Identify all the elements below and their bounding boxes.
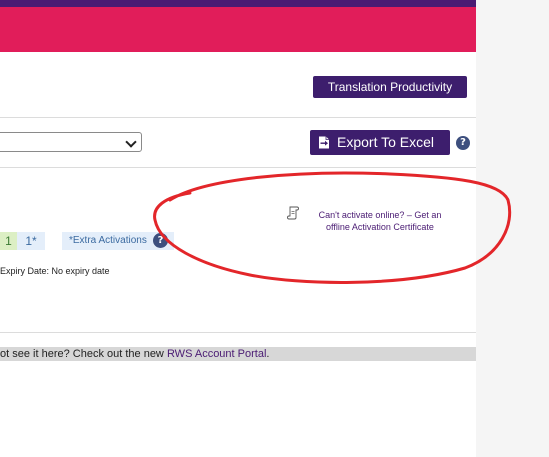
chevron-down-icon [125, 136, 137, 148]
page: Translation Productivity Export To Excel… [0, 0, 549, 457]
divider [0, 332, 476, 333]
divider [0, 117, 476, 118]
certificate-scroll-icon [287, 206, 299, 220]
product-select[interactable] [0, 132, 142, 152]
activations-used: 1 [0, 232, 17, 250]
excel-export-icon [319, 136, 329, 149]
right-gutter [476, 0, 549, 457]
export-label: Export To Excel [337, 134, 435, 150]
extra-activations-link[interactable]: *Extra Activations ? [62, 232, 174, 250]
export-help-icon[interactable]: ? [456, 136, 470, 150]
offline-activation-link[interactable]: Can't activate online? – Get an offline … [287, 206, 470, 233]
offline-link-line1: Can't activate online? – Get an [318, 210, 442, 220]
extra-activations-help-icon[interactable]: ? [153, 233, 168, 248]
rws-account-portal-link[interactable]: RWS Account Portal [167, 348, 266, 360]
header-banner [0, 7, 476, 52]
translation-productivity-button[interactable]: Translation Productivity [313, 76, 467, 98]
top-bar [0, 0, 476, 7]
expiry-date: Expiry Date: No expiry date [0, 266, 110, 276]
account-portal-notice: ot see it here? Check out the new RWS Ac… [0, 347, 476, 361]
notice-suffix: . [266, 348, 270, 360]
activations-total: 1* [17, 232, 45, 250]
offline-link-line2: offline Activation Certificate [326, 222, 434, 232]
notice-prefix: ot see it here? Check out the new [0, 348, 167, 360]
divider [0, 167, 476, 168]
extra-activations-label: *Extra Activations [69, 235, 147, 246]
export-to-excel-button[interactable]: Export To Excel [310, 130, 450, 155]
